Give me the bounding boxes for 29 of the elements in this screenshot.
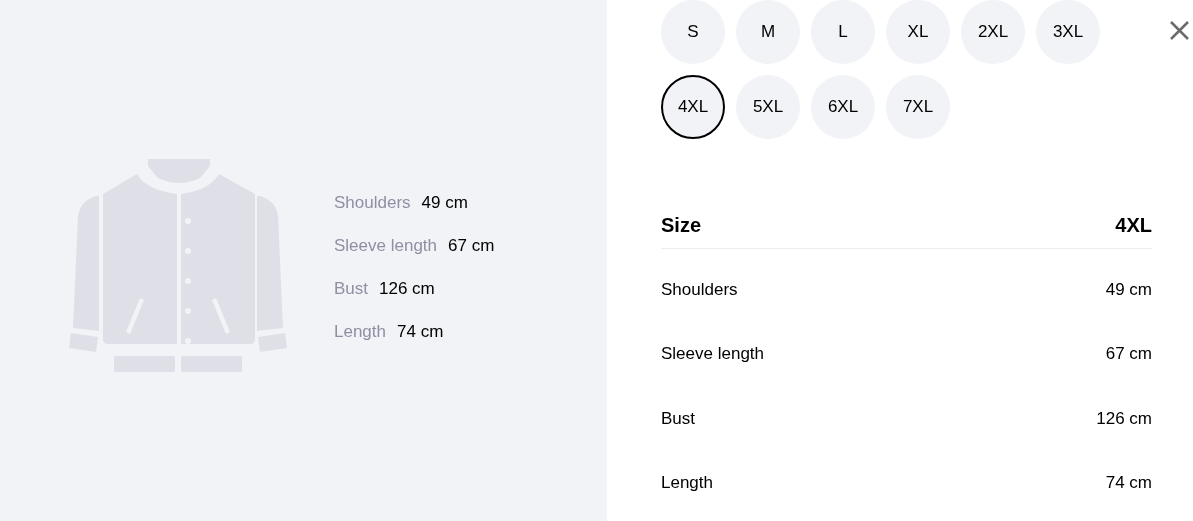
measurement-label: Bust	[661, 407, 696, 430]
size-option[interactable]: XL	[886, 0, 950, 64]
size-option[interactable]: 3XL	[1036, 0, 1100, 64]
measurement-label: Sleeve length	[661, 343, 765, 365]
size-option[interactable]: 6XL	[811, 75, 875, 139]
measurement-value: 67 cm	[1105, 343, 1152, 365]
measurement-value: 126 cm	[1096, 407, 1152, 430]
size-option[interactable]: S	[661, 0, 725, 64]
size-option[interactable]: 7XL	[886, 75, 950, 139]
measurement-value: 74 cm	[397, 320, 444, 343]
size-option[interactable]: 4XL	[661, 75, 725, 139]
measurement-label: Shoulders	[661, 278, 738, 301]
measurement-value: 49 cm	[1105, 278, 1152, 301]
measurement-value: 67 cm	[448, 234, 495, 257]
size-option[interactable]: M	[736, 0, 800, 64]
close-icon[interactable]	[1170, 21, 1189, 40]
selected-size-value: 4XL	[1115, 212, 1152, 238]
measurement-label: Shoulders	[334, 191, 411, 214]
measurement-label: Sleeve length	[334, 234, 438, 257]
measurement-label: Length	[661, 472, 713, 494]
size-option[interactable]: 5XL	[736, 75, 800, 139]
size-heading: Size	[661, 212, 702, 238]
measurement-value: 74 cm	[1105, 472, 1152, 494]
measurement-label: Length	[334, 320, 386, 343]
size-option[interactable]: 2XL	[961, 0, 1025, 64]
measurement-label: Bust	[334, 277, 369, 300]
measurement-value: 126 cm	[379, 277, 435, 300]
size-option[interactable]: L	[811, 0, 875, 64]
measurement-value: 49 cm	[421, 191, 468, 214]
